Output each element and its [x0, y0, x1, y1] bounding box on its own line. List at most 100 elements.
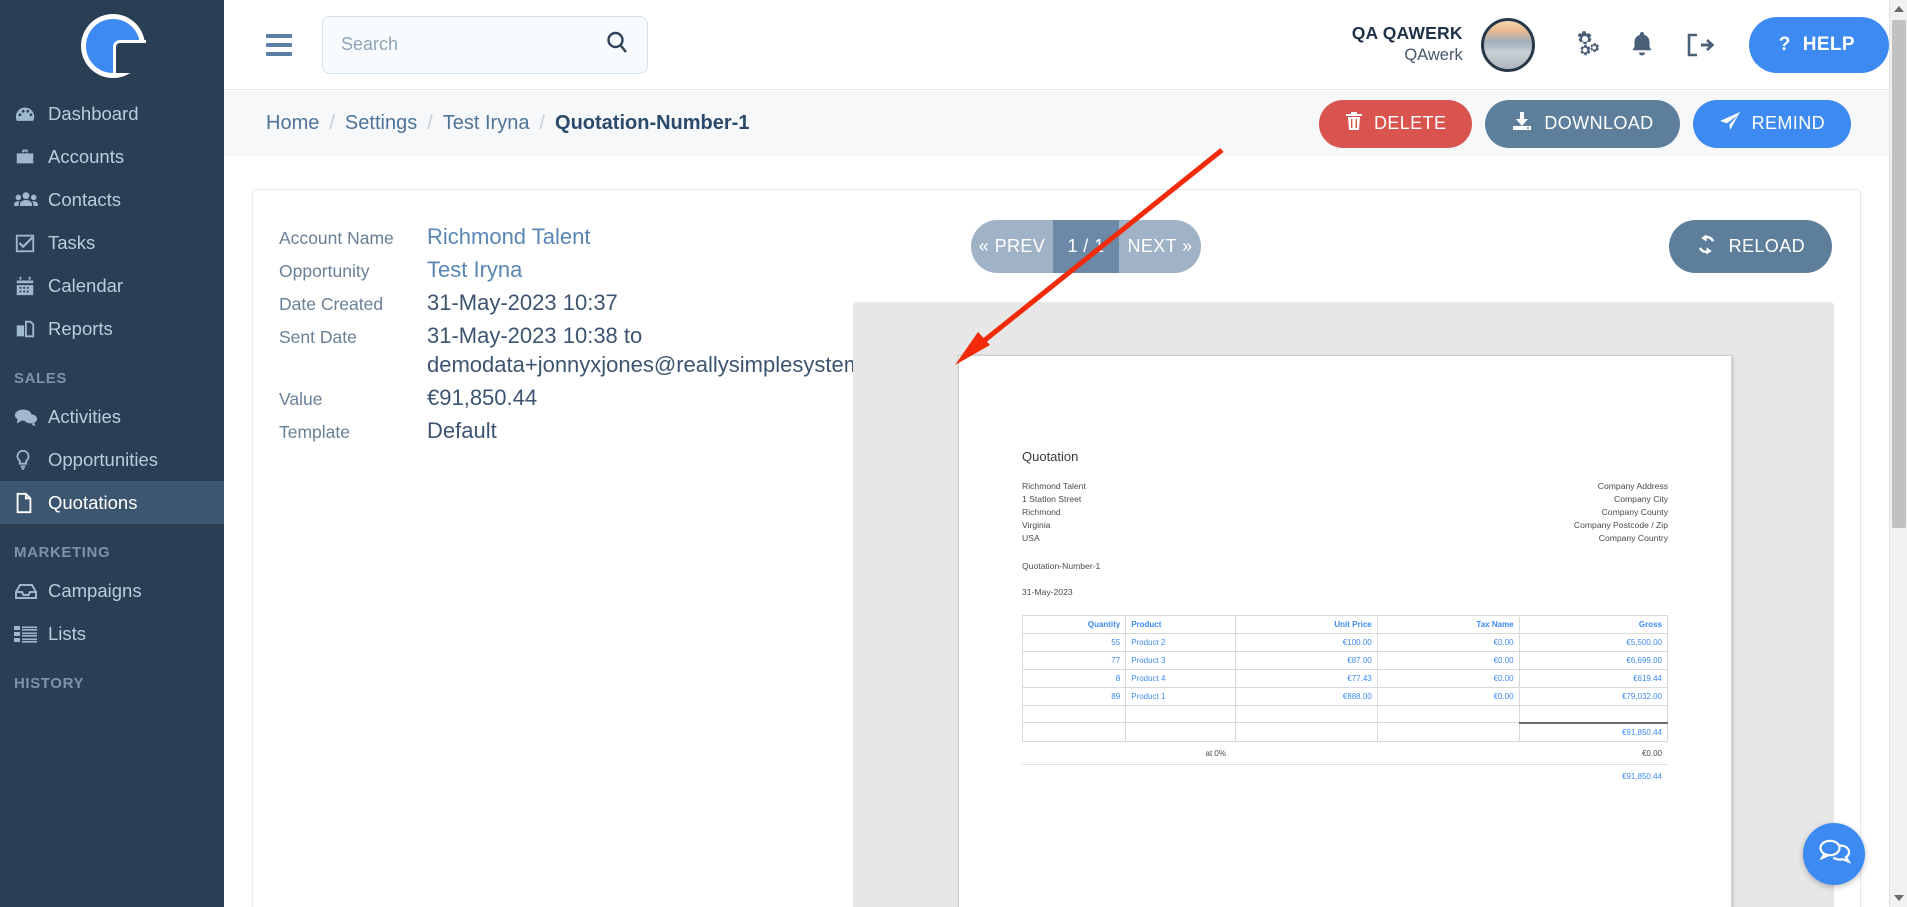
- summary-amount: €0.00: [1641, 748, 1662, 758]
- breadcrumb-bar: Home / Settings / Test Iryna / Quotation…: [224, 91, 1889, 156]
- customer-address: Richmond Talent 1 Station Street Richmon…: [1022, 480, 1086, 545]
- users-icon: [14, 189, 48, 211]
- breadcrumb-item-settings[interactable]: Settings: [345, 112, 417, 135]
- notification-bell-icon[interactable]: [1629, 30, 1655, 60]
- detail-row: Opportunity Test Iryna: [279, 256, 899, 284]
- scroll-down-arrow-icon[interactable]: [1890, 889, 1907, 907]
- lightbulb-icon: [14, 449, 48, 471]
- dashboard-icon: [14, 103, 48, 125]
- sidebar-item-opportunities[interactable]: Opportunities: [0, 438, 224, 481]
- remind-button[interactable]: REMIND: [1692, 99, 1851, 148]
- app-root: Dashboard Accounts Contacts Tasks Calend: [0, 0, 1907, 907]
- address-line: 1 Station Street: [1022, 494, 1082, 505]
- document-preview-container: Quotation Richmond Talent 1 Station Stre…: [853, 302, 1834, 907]
- address-line: Company Country: [1598, 533, 1668, 544]
- column-header-quantity: Quantity: [1021, 615, 1127, 635]
- briefcase-icon: [14, 146, 48, 168]
- scrollbar-thumb[interactable]: [1892, 20, 1906, 528]
- cell-gross: €5,500.00: [1518, 633, 1669, 653]
- detail-label: Opportunity: [279, 261, 370, 282]
- search-icon[interactable]: [605, 30, 629, 59]
- address-line: Company County: [1601, 507, 1668, 518]
- cell-tax: €0.00: [1376, 651, 1520, 671]
- settings-gears-icon[interactable]: [1565, 29, 1599, 61]
- breadcrumb-separator: /: [539, 112, 546, 134]
- detail-label: Account Name: [279, 228, 394, 248]
- sidebar-item-label: Quotations: [48, 491, 138, 513]
- sidebar-item-label: Dashboard: [48, 102, 139, 124]
- logout-icon[interactable]: [1685, 31, 1715, 59]
- search-input[interactable]: [341, 34, 605, 55]
- sidebar-item-calendar[interactable]: Calendar: [0, 264, 224, 307]
- chat-support-button[interactable]: [1803, 823, 1865, 885]
- sidebar-section-marketing: MARKETING: [14, 544, 111, 561]
- address-line: Richmond: [1022, 507, 1061, 518]
- cell-product: Product 2: [1125, 633, 1236, 653]
- cell-product: Product 4: [1125, 669, 1236, 689]
- search-box[interactable]: [322, 15, 648, 74]
- avatar[interactable]: [1480, 17, 1535, 72]
- detail-row: Template Default: [279, 417, 899, 445]
- download-icon: [1511, 111, 1533, 136]
- detail-value: 31-May-2023 10:37: [427, 290, 618, 316]
- user-name-block: QA QAWERK QAwerk: [1352, 23, 1463, 66]
- sidebar-item-label: Accounts: [48, 145, 125, 167]
- remind-button-label: REMIND: [1751, 113, 1825, 133]
- sidebar-section-sales: SALES: [14, 370, 68, 387]
- reload-button-label: RELOAD: [1728, 236, 1805, 256]
- column-header-product: Product: [1125, 615, 1236, 635]
- app-logo[interactable]: [0, 0, 224, 92]
- inbox-icon: [14, 581, 48, 601]
- summary-row-total: €91,850.44: [1022, 765, 1668, 787]
- menu-toggle-button[interactable]: [266, 33, 296, 56]
- detail-value: Richmond Talent: [427, 224, 591, 249]
- sidebar-item-label: Reports: [48, 317, 113, 339]
- delete-button[interactable]: DELETE: [1318, 99, 1473, 148]
- sidebar-item-accounts[interactable]: Accounts: [0, 135, 224, 178]
- page-scrollbar[interactable]: [1889, 0, 1907, 907]
- detail-value: 31-May-2023 10:38 to demodata+jonnyxjone…: [427, 323, 891, 377]
- reload-button[interactable]: RELOAD: [1668, 220, 1832, 273]
- sidebar-item-campaigns[interactable]: Campaigns: [0, 569, 224, 612]
- sidebar-item-reports[interactable]: Reports: [0, 307, 224, 350]
- sidebar-item-lists[interactable]: Lists: [0, 612, 224, 655]
- delete-button-label: DELETE: [1373, 113, 1447, 133]
- address-line: Company Address: [1597, 481, 1668, 491]
- next-page-button[interactable]: NEXT »: [1119, 220, 1201, 273]
- chat-bubbles-icon: [1817, 837, 1852, 872]
- checkbox-icon: [14, 232, 48, 254]
- column-header-unit-price: Unit Price: [1234, 615, 1378, 635]
- cell-unit-price: €77.43: [1234, 669, 1378, 689]
- sidebar-item-quotations[interactable]: Quotations: [0, 481, 224, 524]
- cell-subtotal: €91,850.44: [1518, 721, 1669, 742]
- document-addresses: Richmond Talent 1 Station Street Richmon…: [1022, 480, 1668, 545]
- detail-row: Date Created 31-May-2023 10:37: [279, 289, 899, 317]
- sidebar-item-label: Tasks: [48, 231, 96, 253]
- cell-unit-price: €888.00: [1234, 687, 1378, 707]
- breadcrumb-separator: /: [329, 112, 335, 134]
- prev-page-button[interactable]: « PREV: [971, 220, 1053, 273]
- help-button[interactable]: ? HELP: [1748, 16, 1889, 73]
- table-spacer-row: [1021, 705, 1669, 724]
- reload-icon: [1696, 233, 1717, 260]
- page-actions: DELETE DOWNLOAD REMIND: [1318, 99, 1851, 148]
- sidebar-item-activities[interactable]: Activities: [0, 395, 224, 438]
- document-icon: [14, 492, 48, 514]
- breadcrumb-item-test-iryna[interactable]: Test Iryna: [443, 112, 530, 135]
- breadcrumb-item-home[interactable]: Home: [266, 112, 319, 135]
- column-header-gross: Gross: [1518, 615, 1669, 635]
- document-date: 31-May-2023: [1022, 587, 1073, 598]
- sidebar-item-dashboard[interactable]: Dashboard: [0, 92, 224, 135]
- sidebar-section-history: HISTORY: [14, 675, 85, 692]
- calendar-icon: [14, 275, 48, 297]
- sidebar-item-tasks[interactable]: Tasks: [0, 221, 224, 264]
- line-items-table: Quantity Product Unit Price Tax Name Gro…: [1021, 615, 1669, 742]
- detail-row: Sent Date 31-May-2023 10:38 to demodata+…: [279, 322, 899, 378]
- cell-gross: €619.44: [1518, 669, 1669, 689]
- detail-value: Default: [427, 417, 497, 443]
- sidebar-item-contacts[interactable]: Contacts: [0, 178, 224, 221]
- scroll-up-arrow-icon[interactable]: [1890, 0, 1907, 18]
- table-header-row: Quantity Product Unit Price Tax Name Gro…: [1021, 615, 1669, 635]
- sidebar-item-label: Lists: [48, 622, 87, 644]
- download-button[interactable]: DOWNLOAD: [1485, 99, 1680, 148]
